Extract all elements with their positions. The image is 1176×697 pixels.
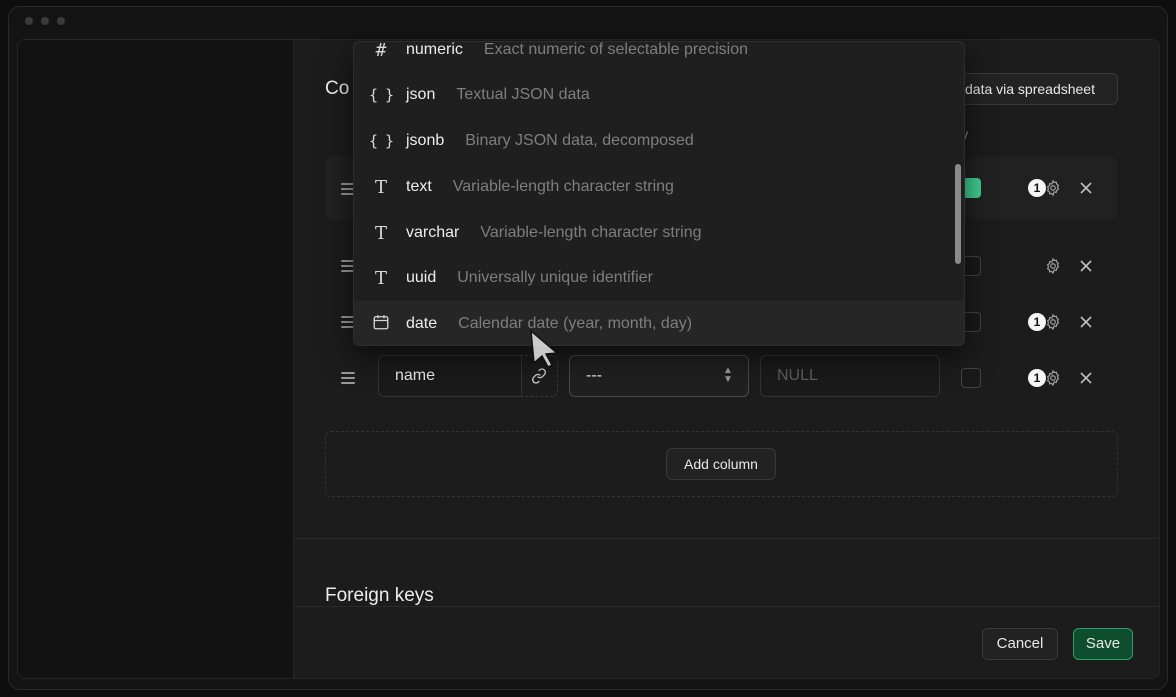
type-option-name: uuid — [406, 269, 437, 286]
remove-column-icon[interactable] — [1079, 315, 1093, 329]
remove-column-icon[interactable] — [1079, 371, 1093, 385]
panel-footer: Cancel Save — [294, 606, 1159, 678]
remove-column-icon[interactable] — [1079, 259, 1093, 273]
column-type-value: --- — [586, 367, 602, 384]
type-option-description: Textual JSON data — [456, 86, 590, 103]
gear-icon[interactable] — [1044, 179, 1062, 197]
cancel-button[interactable]: Cancel — [982, 628, 1058, 660]
text-type-icon: T — [374, 222, 387, 244]
close-dot[interactable] — [25, 17, 33, 25]
type-option-name: jsonb — [406, 132, 445, 149]
add-column-area: Add column — [325, 431, 1118, 497]
gear-icon[interactable] — [1044, 369, 1062, 387]
type-option-name: json — [406, 86, 436, 103]
text-type-icon: T — [374, 176, 387, 198]
type-option-jsonb[interactable]: { } jsonb Binary JSON data, decomposed — [354, 118, 964, 164]
type-option-varchar[interactable]: T varchar Variable-length character stri… — [354, 210, 964, 256]
type-option-name: text — [406, 178, 432, 195]
drag-handle-icon[interactable] — [341, 372, 355, 384]
link-icon — [531, 368, 546, 384]
type-option-description: Exact numeric of selectable precision — [483, 41, 749, 58]
braces-icon: { } — [368, 86, 394, 104]
updown-chevron-icon: ▲ ▼ — [723, 365, 733, 385]
braces-icon: { } — [368, 132, 394, 150]
mouse-cursor-icon — [530, 329, 559, 367]
dropdown-scrollbar[interactable] — [955, 164, 961, 264]
column-name-input[interactable]: name — [378, 355, 522, 397]
type-option-description: Calendar date (year, month, day) — [458, 315, 693, 332]
save-button[interactable]: Save — [1073, 628, 1133, 660]
type-option-description: Variable-length character string — [480, 224, 702, 241]
columns-section-title: Co — [325, 78, 350, 99]
type-option-json[interactable]: { } json Textual JSON data — [354, 72, 964, 118]
default-value-input[interactable]: NULL — [760, 355, 940, 397]
add-column-button[interactable]: Add column — [666, 448, 776, 480]
table-sidebar — [18, 40, 294, 678]
column-type-select[interactable]: --- ▲ ▼ — [569, 355, 749, 397]
type-option-name: numeric — [406, 41, 463, 58]
type-option-name: varchar — [406, 224, 460, 241]
column-row: name --- ▲ ▼ NULL 1 — [325, 346, 1117, 408]
maximize-dot[interactable] — [57, 17, 65, 25]
type-option-uuid[interactable]: T uuid Universally unique identifier — [354, 255, 964, 301]
section-divider — [294, 538, 1159, 539]
type-option-numeric[interactable]: # numeric Exact numeric of selectable pr… — [354, 41, 964, 73]
type-option-name: date — [406, 315, 438, 332]
gear-icon[interactable] — [1044, 257, 1062, 275]
type-option-date[interactable]: date Calendar date (year, month, day) — [354, 301, 964, 345]
primary-checkbox[interactable] — [961, 368, 981, 388]
minimize-dot[interactable] — [41, 17, 49, 25]
hash-icon: # — [375, 41, 387, 61]
foreign-keys-title: Foreign keys — [325, 585, 434, 606]
gear-icon[interactable] — [1044, 313, 1062, 331]
type-option-description: Binary JSON data, decomposed — [465, 132, 694, 149]
remove-column-icon[interactable] — [1079, 181, 1093, 195]
column-type-dropdown: # numeric Exact numeric of selectable pr… — [353, 41, 965, 346]
type-option-description: Universally unique identifier — [457, 269, 653, 286]
text-type-icon: T — [374, 267, 387, 289]
type-option-text[interactable]: T text Variable-length character string — [354, 164, 964, 210]
calendar-icon — [368, 313, 394, 336]
import-spreadsheet-button[interactable]: data via spreadsheet — [938, 73, 1118, 105]
window-controls — [25, 17, 65, 25]
type-option-description: Variable-length character string — [452, 178, 674, 195]
